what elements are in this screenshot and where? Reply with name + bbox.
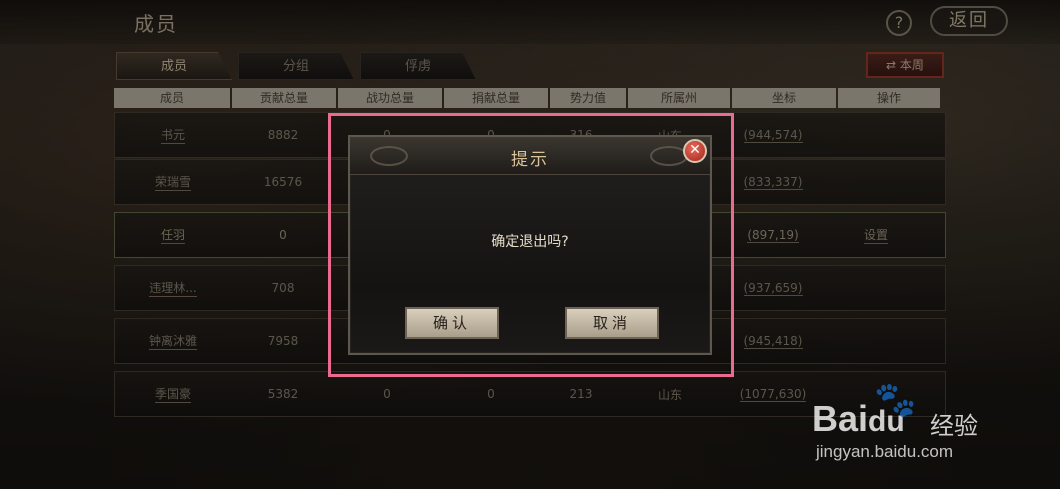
paw-icon: 🐾 xyxy=(874,380,917,420)
watermark-brand-cn: 经验 xyxy=(930,412,978,440)
dialog-message: 确定退出吗? xyxy=(491,234,569,250)
dialog-header: 提示 xyxy=(350,137,710,175)
watermark: Baidu 🐾 经验 jingyan.baidu.com xyxy=(812,376,1012,466)
confirm-dialog: 提示 确定退出吗? 确认 取消 xyxy=(348,135,712,355)
cancel-button[interactable]: 取消 xyxy=(565,307,659,339)
watermark-url: jingyan.baidu.com xyxy=(816,442,954,461)
confirm-button[interactable]: 确认 xyxy=(405,307,499,339)
close-icon[interactable]: ✕ xyxy=(683,139,707,163)
dialog-title: 提示 xyxy=(511,150,549,170)
